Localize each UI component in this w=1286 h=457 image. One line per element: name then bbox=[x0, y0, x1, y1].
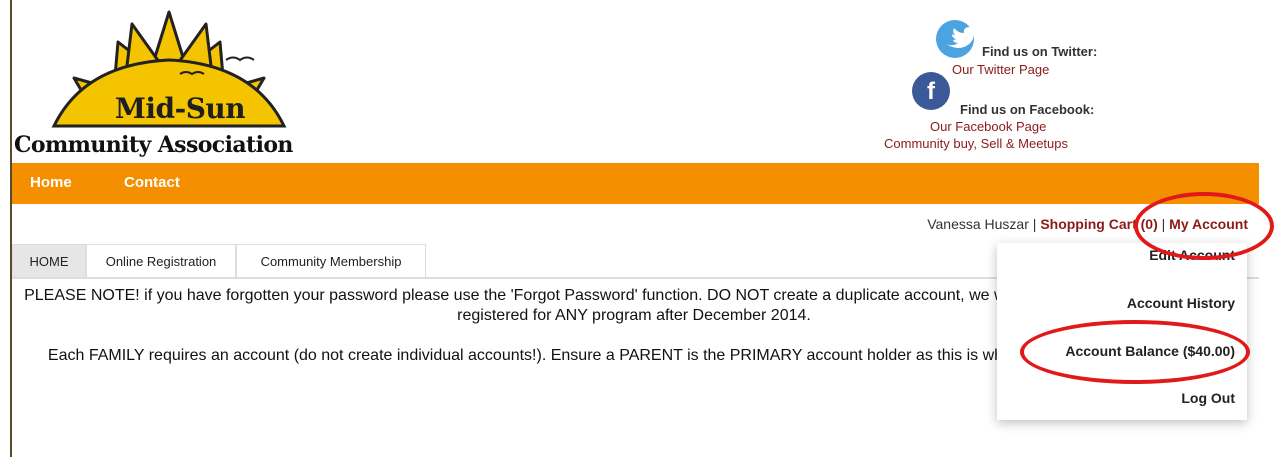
community-buy-sell-link[interactable]: Community buy, Sell & Meetups bbox=[884, 136, 1068, 151]
logo-subtitle: Community Association bbox=[14, 132, 293, 158]
site-logo[interactable]: Mid-Sun Community Association bbox=[14, 8, 334, 160]
twitter-icon[interactable] bbox=[936, 20, 977, 58]
twitter-title: Find us on Twitter: bbox=[982, 44, 1098, 59]
tab-community-membership[interactable]: Community Membership bbox=[236, 244, 426, 278]
tab-online-registration[interactable]: Online Registration bbox=[86, 244, 236, 278]
main-nav: Home Contact bbox=[12, 163, 1259, 204]
nav-contact[interactable]: Contact bbox=[124, 174, 180, 191]
nav-home[interactable]: Home bbox=[30, 174, 72, 191]
separator: | bbox=[1161, 216, 1166, 232]
facebook-link[interactable]: Our Facebook Page bbox=[930, 119, 1046, 134]
account-bar: Vanessa Huszar | Shopping Cart (0) | My … bbox=[927, 216, 1248, 232]
separator: | bbox=[1032, 216, 1037, 232]
menu-edit-account[interactable]: Edit Account bbox=[1149, 247, 1235, 263]
facebook-block: f Find us on Facebook: Our Facebook Page… bbox=[884, 72, 1136, 154]
shopping-cart-link[interactable]: Shopping Cart (0) bbox=[1040, 216, 1157, 232]
logo-title: Mid-Sun bbox=[114, 92, 246, 125]
menu-account-history[interactable]: Account History bbox=[1127, 295, 1235, 311]
twitter-link[interactable]: Our Twitter Page bbox=[952, 62, 1049, 77]
facebook-title: Find us on Facebook: bbox=[960, 102, 1095, 117]
menu-account-balance[interactable]: Account Balance ($40.00) bbox=[1065, 343, 1235, 359]
social-links: Find us on Twitter: Our Twitter Page f F… bbox=[884, 14, 1136, 154]
account-dropdown-menu: Edit Account Account History Account Bal… bbox=[997, 243, 1247, 420]
left-border bbox=[10, 0, 12, 457]
user-name: Vanessa Huszar bbox=[927, 216, 1029, 232]
tab-home[interactable]: HOME bbox=[12, 244, 86, 278]
facebook-icon[interactable]: f bbox=[912, 72, 950, 110]
my-account-link[interactable]: My Account bbox=[1169, 216, 1248, 232]
menu-log-out[interactable]: Log Out bbox=[1181, 390, 1235, 406]
